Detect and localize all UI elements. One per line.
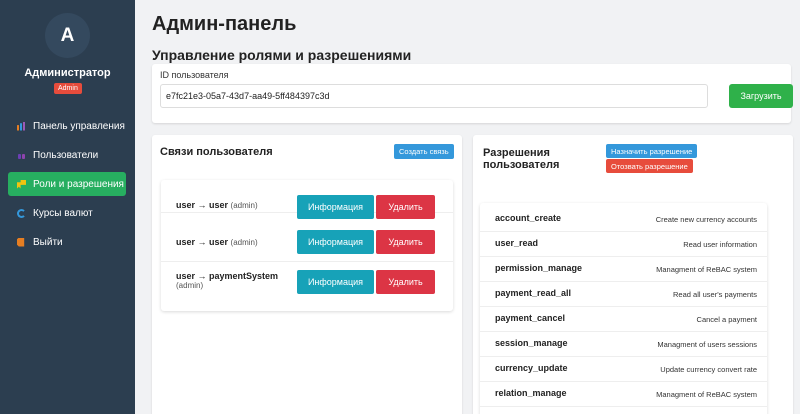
sidebar-item-label: Роли и разрешения [33,178,124,190]
permission-name: payment_cancel [495,313,566,323]
list-item: permission_manage Managment of ReBAC sys… [480,257,767,282]
revoke-permission-button[interactable]: Отозвать разрешение [606,159,693,173]
sidebar-item-label: Курсы валют [33,207,93,219]
info-button[interactable]: Информация [297,270,374,294]
users-icon [17,151,26,160]
permission-name: currency_update [495,363,568,373]
sidebar-nav: Панель управления Пользователи Роли и ра… [8,114,126,259]
list-item: payment_read_all Read all user's payment… [480,282,767,307]
permission-name: permission_manage [495,263,583,273]
permission-desc: Read all user's payments [673,290,757,299]
sidebar-item-roles[interactable]: Роли и разрешения [8,172,126,196]
relations-title: Связи пользователя [160,146,273,158]
sidebar-item-currency[interactable]: Курсы валют [8,201,126,225]
permission-desc: Cancel a payment [696,315,757,324]
list-item: relation_manage Managment of ReBAC syste… [480,382,767,407]
permission-desc: Read user information [683,240,757,249]
permission-desc: Managment of users sessions [657,340,757,349]
list-item: user_read Read user information [480,232,767,257]
list-item: currency_update Update currency convert … [480,357,767,382]
sidebar-item-label: Панель управления [33,120,125,132]
permissions-title: Разрешения пользователя [483,147,560,171]
assign-permission-button[interactable]: Назначить разрешение [606,144,698,158]
load-button[interactable]: Загрузить [729,84,793,108]
list-item: payment_cancel Cancel a payment [480,307,767,332]
user-id-input[interactable] [160,84,708,108]
relation-text: user → paymentSystem (admin) [176,271,279,290]
main-content: Админ-панель Управление ролями и разреше… [135,0,800,414]
sidebar-item-label: Выйти [33,236,63,248]
sidebar-item-label: Пользователи [33,149,99,161]
list-item: user → user (admin) Информация Удалить [161,225,453,262]
list-item: account_create Create new currency accou… [480,207,767,232]
key-icon [17,179,26,189]
permission-name: user_read [495,238,539,248]
permission-desc: Update currency convert rate [660,365,757,374]
permission-desc: Create new currency accounts [655,215,757,224]
sidebar-item-logout[interactable]: Выйти [8,230,126,254]
sidebar-item-users[interactable]: Пользователи [8,143,126,167]
info-button[interactable]: Информация [297,230,374,254]
list-item: user → user (admin) Информация Удалить [161,180,453,219]
delete-button[interactable]: Удалить [376,195,435,219]
create-relation-button[interactable]: Создать связь [394,144,454,159]
permission-name: payment_read_all [495,288,572,298]
list-item: user → paymentSystem (admin) Информация … [161,262,453,311]
permission-name: session_manage [495,338,568,348]
delete-button[interactable]: Удалить [376,270,435,294]
relation-text: user → user (admin) [176,237,258,247]
chart-icon [17,121,26,131]
page-title: Админ-панель [152,13,297,35]
permissions-list: account_create Create new currency accou… [480,203,767,414]
role-badge: Admin [54,83,82,94]
relations-card: Связи пользователя Создать связь user → … [152,135,462,414]
user-id-label: ID пользователя [160,70,229,80]
avatar: A [45,13,90,58]
user-id-card: ID пользователя Загрузить [152,64,793,123]
relation-text: user → user (admin) [176,200,258,210]
sidebar-item-dashboard[interactable]: Панель управления [8,114,126,138]
permission-desc: Managment of ReBAC system [656,265,757,274]
permissions-card: Разрешения пользователя Назначить разреш… [473,135,793,414]
delete-button[interactable]: Удалить [376,230,435,254]
info-button[interactable]: Информация [297,195,374,219]
user-name: Администратор [24,67,111,79]
permission-name: account_create [495,213,562,223]
permission-desc: Managment of ReBAC system [656,390,757,399]
currency-icon [17,208,26,218]
list-item: session_manage Managment of users sessio… [480,332,767,357]
section-title: Управление ролями и разрешениями [152,47,412,63]
sidebar: A Администратор Admin Панель управления … [0,0,135,414]
exit-icon [17,237,25,247]
relations-list: user → user (admin) Информация Удалить u… [161,180,453,311]
permission-name: relation_manage [495,388,567,398]
